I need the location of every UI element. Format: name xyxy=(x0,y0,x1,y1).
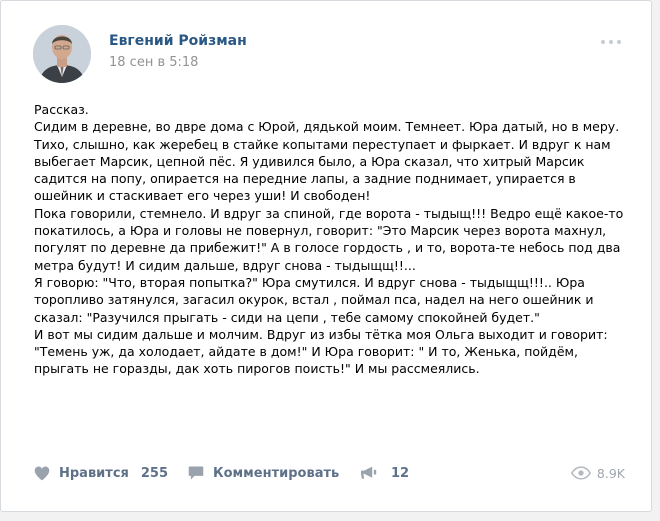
author-name[interactable]: Евгений Ройзман xyxy=(109,33,247,49)
more-dot xyxy=(609,40,613,44)
more-dots-icon[interactable] xyxy=(601,37,627,47)
comment-label: Комментировать xyxy=(213,465,340,481)
post-date[interactable]: 18 сен в 5:18 xyxy=(109,55,198,70)
megaphone-icon xyxy=(359,465,379,481)
more-dot xyxy=(601,40,605,44)
views-counter: 8.9K xyxy=(570,461,625,485)
post-actions: Нравится 255 Комментировать 12 8.9K xyxy=(1,461,651,491)
repost-count: 12 xyxy=(391,465,410,481)
comment-button[interactable]: Комментировать xyxy=(187,461,339,485)
avatar-photo xyxy=(33,25,91,83)
eye-icon xyxy=(570,466,591,480)
heart-icon xyxy=(33,465,51,481)
like-count: 255 xyxy=(140,465,169,481)
author-avatar[interactable] xyxy=(33,25,91,83)
like-label: Нравится xyxy=(59,465,129,481)
repost-button[interactable]: 12 xyxy=(359,461,409,485)
more-dot xyxy=(617,40,621,44)
post-text: Рассказ. Сидим в деревне, во двре дома с… xyxy=(34,102,624,377)
comment-icon xyxy=(187,465,205,481)
post-card: Евгений Ройзман 18 сен в 5:18 Рассказ. С… xyxy=(0,0,652,512)
views-count: 8.9K xyxy=(596,465,625,481)
like-button[interactable]: Нравится 255 xyxy=(33,461,168,485)
